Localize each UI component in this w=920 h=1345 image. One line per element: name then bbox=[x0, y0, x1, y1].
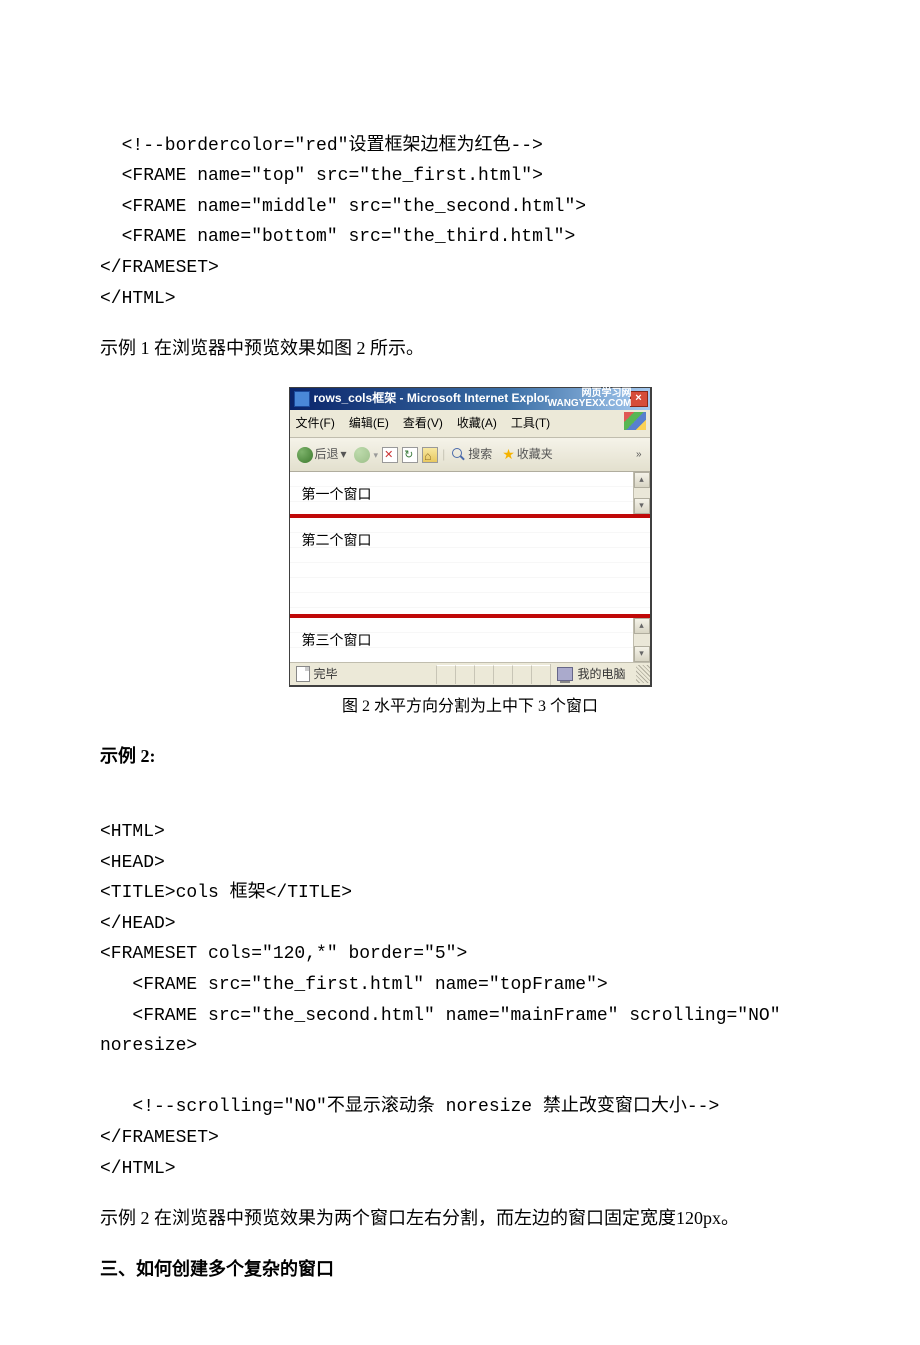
code-line: </HEAD> bbox=[100, 914, 176, 934]
code-line: <FRAME name="bottom" src="the_third.html… bbox=[100, 227, 575, 247]
code-line: <TITLE>cols 框架</TITLE> bbox=[100, 883, 352, 903]
ie-app-icon bbox=[294, 391, 310, 407]
star-icon: ★ bbox=[502, 442, 515, 467]
code-line: noresize> bbox=[100, 1036, 197, 1056]
figure-2: rows_cols框架 - Microsoft Internet Explor … bbox=[100, 387, 840, 723]
code-line: <FRAME src="the_first.html" name="topFra… bbox=[100, 975, 608, 995]
menu-favorites[interactable]: 收藏(A) bbox=[457, 413, 497, 435]
page-icon bbox=[296, 666, 310, 682]
menu-view[interactable]: 查看(V) bbox=[403, 413, 443, 435]
favorites-button[interactable]: ★ 收藏夹 bbox=[499, 441, 556, 468]
ie-window: rows_cols框架 - Microsoft Internet Explor … bbox=[289, 387, 652, 688]
separator: | bbox=[442, 444, 445, 466]
scroll-down-icon[interactable]: ▾ bbox=[634, 498, 650, 514]
refresh-icon[interactable] bbox=[402, 447, 418, 463]
code-line: <FRAME name="top" src="the_first.html"> bbox=[100, 166, 543, 186]
ie-statusbar: 完毕 我的电脑 bbox=[290, 662, 650, 685]
back-label: 后退 bbox=[315, 444, 339, 466]
paragraph-1: 示例 1 在浏览器中预览效果如图 2 所示。 bbox=[100, 332, 840, 364]
menu-edit[interactable]: 编辑(E) bbox=[349, 413, 389, 435]
menu-file[interactable]: 文件(F) bbox=[296, 413, 335, 435]
ie-content: 第一个窗口 ▴ ▾ 第二个窗口 第三个窗口 ▴ ▾ bbox=[290, 472, 650, 662]
code-line: <!--bordercolor="red"设置框架边框为红色--> bbox=[100, 136, 543, 156]
section-3-heading: 三、如何创建多个复杂的窗口 bbox=[100, 1253, 840, 1285]
dropdown-icon: ▾ bbox=[341, 444, 347, 466]
code-line: <HEAD> bbox=[100, 853, 165, 873]
code-line: <HTML> bbox=[100, 822, 165, 842]
code-block-2: <HTML> <HEAD> <TITLE>cols 框架</TITLE> </H… bbox=[100, 787, 840, 1185]
status-zone: 我的电脑 bbox=[550, 664, 633, 686]
stop-icon[interactable] bbox=[382, 447, 398, 463]
status-cells bbox=[436, 665, 550, 684]
scrollbar-top[interactable]: ▴ ▾ bbox=[633, 472, 650, 514]
ie-toolbar: 后退 ▾ ▾ | 搜索 ★ 收藏夹 » bbox=[290, 438, 650, 472]
search-icon bbox=[452, 448, 466, 462]
toolbar-overflow[interactable]: » bbox=[632, 446, 646, 464]
code-line: <!--scrolling="NO"不显示滚动条 noresize 禁止改变窗口… bbox=[100, 1097, 719, 1117]
scroll-up-icon[interactable]: ▴ bbox=[634, 472, 650, 488]
forward-icon[interactable] bbox=[354, 447, 370, 463]
frame-top: 第一个窗口 ▴ ▾ bbox=[290, 472, 650, 518]
frame-bottom: 第三个窗口 ▴ ▾ bbox=[290, 618, 650, 662]
code-line: </FRAMESET> bbox=[100, 1128, 219, 1148]
code-block-1: <!--bordercolor="red"设置框架边框为红色--> <FRAME… bbox=[100, 100, 840, 314]
back-icon bbox=[297, 447, 313, 463]
computer-icon bbox=[557, 667, 573, 681]
code-line: <FRAME name="middle" src="the_second.htm… bbox=[100, 197, 586, 217]
home-icon[interactable] bbox=[422, 447, 438, 463]
ie-flag-icon bbox=[624, 412, 646, 430]
status-zone-text: 我的电脑 bbox=[577, 664, 625, 686]
figure-caption: 图 2 水平方向分割为上中下 3 个窗口 bbox=[289, 693, 652, 722]
frame-bottom-body: 第三个窗口 bbox=[290, 618, 633, 662]
status-done: 完毕 bbox=[314, 664, 338, 686]
frame-middle: 第二个窗口 bbox=[290, 518, 650, 618]
status-left: 完毕 bbox=[290, 664, 344, 686]
favorites-label: 收藏夹 bbox=[517, 444, 553, 466]
back-button[interactable]: 后退 ▾ bbox=[294, 443, 350, 467]
dropdown-icon: ▾ bbox=[374, 447, 379, 463]
frame-top-body: 第一个窗口 bbox=[290, 472, 633, 514]
close-button[interactable]: × bbox=[630, 391, 648, 407]
scroll-down-icon[interactable]: ▾ bbox=[634, 646, 650, 662]
paragraph-2: 示例 2 在浏览器中预览效果为两个窗口左右分割，而左边的窗口固定宽度120px。 bbox=[100, 1202, 840, 1234]
search-button[interactable]: 搜索 bbox=[449, 443, 495, 467]
ie-menubar: 文件(F) 编辑(E) 查看(V) 收藏(A) 工具(T) bbox=[290, 410, 650, 439]
search-label: 搜索 bbox=[468, 444, 492, 466]
scroll-track[interactable] bbox=[634, 634, 650, 646]
code-line: </FRAMESET> bbox=[100, 258, 219, 278]
scroll-track[interactable] bbox=[634, 488, 650, 498]
scrollbar-bottom[interactable]: ▴ ▾ bbox=[633, 618, 650, 662]
menu-tools[interactable]: 工具(T) bbox=[511, 413, 550, 435]
code-line: </HTML> bbox=[100, 1159, 176, 1179]
frame-middle-body: 第二个窗口 bbox=[290, 518, 650, 614]
resize-grip-icon[interactable] bbox=[636, 665, 650, 683]
code-line: <FRAMESET cols="120,*" border="5"> bbox=[100, 944, 467, 964]
watermark-line2: WANGYEXX.COM bbox=[548, 399, 632, 409]
code-line: <FRAME src="the_second.html" name="mainF… bbox=[100, 1006, 781, 1026]
code-line: </HTML> bbox=[100, 289, 176, 309]
watermark: 网页学习网 WANGYEXX.COM bbox=[548, 389, 632, 409]
example-2-heading: 示例 2: bbox=[100, 740, 840, 772]
ie-titlebar: rows_cols框架 - Microsoft Internet Explor … bbox=[290, 388, 650, 410]
scroll-up-icon[interactable]: ▴ bbox=[634, 618, 650, 634]
